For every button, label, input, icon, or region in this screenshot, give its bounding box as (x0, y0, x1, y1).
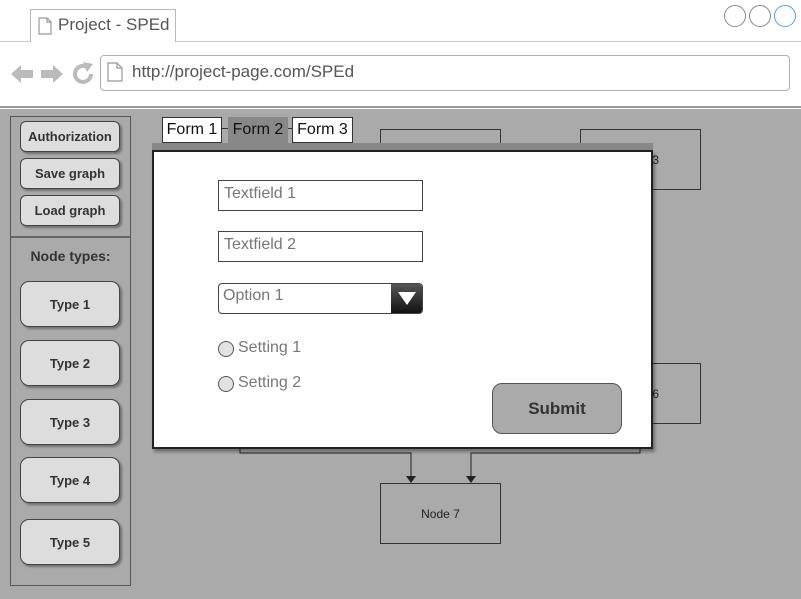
authorization-button[interactable]: Authorization (20, 121, 120, 152)
back-arrow-icon[interactable] (10, 63, 34, 85)
setting-2-label: Setting 2 (238, 374, 302, 391)
save-graph-button[interactable]: Save graph (20, 158, 120, 189)
node-type-3-button[interactable]: Type 3 (20, 399, 120, 445)
minimize-window-button[interactable] (724, 5, 746, 27)
page-icon (107, 62, 123, 82)
setting-1-label: Setting 1 (238, 339, 302, 356)
sidebar-divider (11, 236, 130, 238)
maximize-window-button[interactable] (749, 5, 771, 27)
setting-2-radio[interactable] (218, 376, 234, 392)
chevron-down-icon (398, 292, 416, 305)
node-type-2-button[interactable]: Type 2 (20, 340, 120, 386)
node-type-1-button[interactable]: Type 1 (20, 281, 120, 327)
tab-form-3[interactable]: Form 3 (292, 117, 353, 143)
textfield-2[interactable]: Textfield 2 (218, 231, 423, 262)
graph-node-label: 3 (652, 152, 659, 167)
tab-form-2[interactable]: Form 2 (228, 117, 288, 143)
browser-tab-title: Project - SPEd (58, 15, 170, 34)
node-types-heading: Node types: (30, 248, 111, 264)
textfield-1[interactable]: Textfield 1 (218, 180, 423, 211)
node-type-5-button[interactable]: Type 5 (20, 519, 120, 565)
setting-1-radio[interactable] (218, 341, 234, 357)
option-select-value: Option 1 (223, 287, 284, 304)
graph-node-label: 6 (652, 386, 659, 401)
graph-node-7[interactable]: Node 7 (380, 483, 501, 544)
document-icon (38, 17, 52, 35)
close-window-button[interactable] (774, 5, 796, 27)
reload-icon[interactable] (70, 61, 96, 87)
submit-button[interactable]: Submit (492, 383, 622, 434)
forward-arrow-icon[interactable] (40, 63, 64, 85)
tab-form-1[interactable]: Form 1 (162, 117, 222, 143)
node-type-4-button[interactable]: Type 4 (20, 457, 120, 503)
load-graph-button[interactable]: Load graph (20, 195, 120, 226)
address-bar-url: http://project-page.com/SPEd (132, 62, 355, 81)
